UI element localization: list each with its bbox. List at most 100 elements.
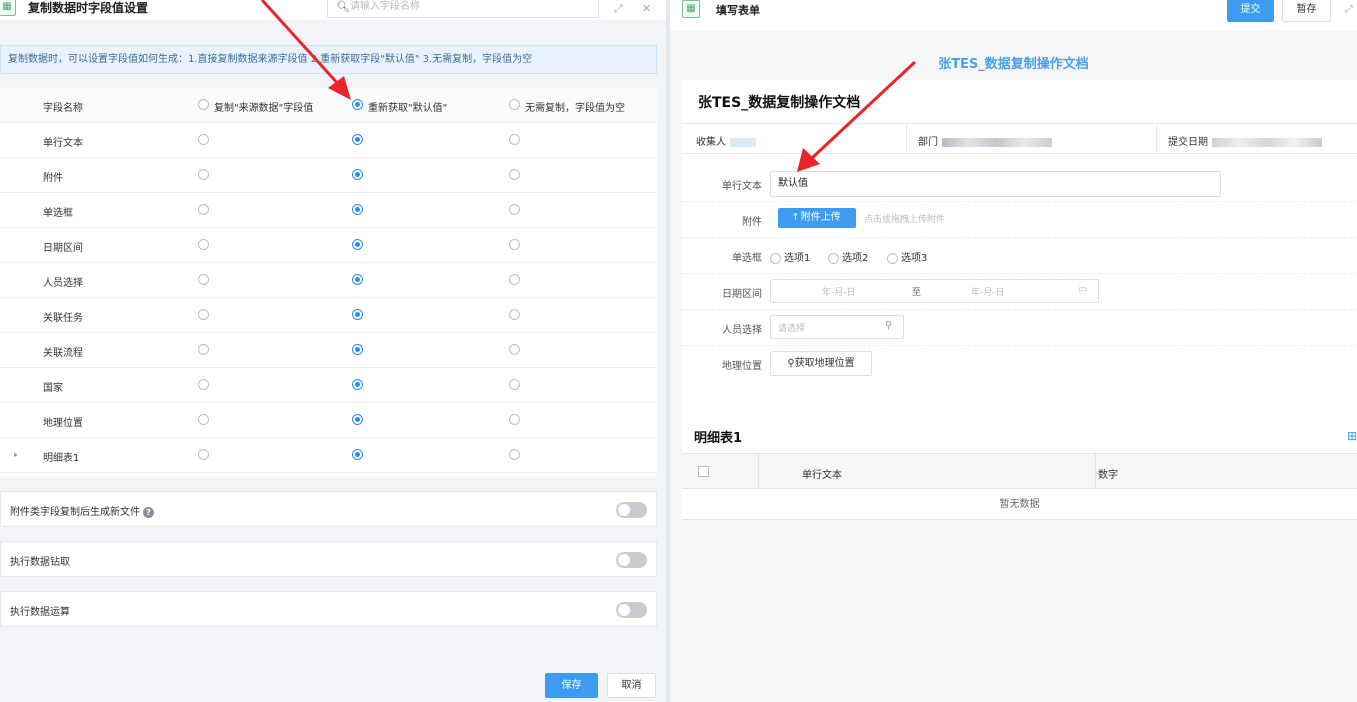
radio-option-1[interactable]: 选项1	[770, 249, 810, 264]
field-name: 人员选择	[43, 278, 83, 289]
calendar-icon: ▭	[1078, 284, 1088, 295]
field-geo: 地理位置 ⚲获取地理位置	[682, 346, 1357, 382]
header-radio-copy-source[interactable]	[198, 99, 209, 110]
radio-empty[interactable]	[509, 344, 520, 355]
left-header: ▦ 复制数据时字段值设置 🔍︎ ⤢ ✕	[0, 0, 666, 20]
radio-refetch-default[interactable]	[352, 274, 363, 285]
radio-copy-source[interactable]	[198, 309, 209, 320]
table-row: 关联流程	[0, 333, 657, 368]
upload-hint: 点击或拖拽上传附件	[864, 215, 946, 225]
radio-empty[interactable]	[509, 169, 520, 180]
toggle-row-drill: 执行数据钻取	[0, 541, 657, 577]
radio-empty[interactable]	[509, 134, 520, 145]
header-option-copy-source: 复制"来源数据"字段值	[214, 103, 314, 114]
add-row-icon[interactable]: ⊞	[1347, 429, 1357, 443]
radio-refetch-default[interactable]	[352, 449, 363, 460]
radio-copy-source[interactable]	[198, 379, 209, 390]
field-search-box[interactable]: 🔍︎	[327, 0, 599, 18]
field-name: 关联流程	[43, 348, 83, 359]
submit-button[interactable]: 提交	[1227, 0, 1274, 22]
select-all-checkbox[interactable]	[698, 466, 709, 477]
radio-empty[interactable]	[509, 414, 520, 425]
field-search-input[interactable]	[350, 0, 590, 14]
upload-button[interactable]: ⤒ 附件上传	[778, 208, 856, 228]
radio-copy-source[interactable]	[198, 414, 209, 425]
radio-copy-source[interactable]	[198, 344, 209, 355]
help-icon[interactable]: ?	[143, 506, 154, 518]
expand-row-icon[interactable]: ▸	[14, 450, 18, 459]
toggle-label-drill: 执行数据钻取	[10, 557, 70, 568]
radio-option-3[interactable]: 选项3	[887, 249, 927, 264]
table-row: ▸ 明细表1	[0, 438, 657, 473]
table-row: 单行文本	[0, 123, 657, 158]
header-option-refetch-default: 重新获取"默认值"	[368, 103, 448, 114]
field-name: 明细表1	[43, 453, 80, 464]
draft-button[interactable]: 暂存	[1282, 0, 1331, 22]
radio-empty[interactable]	[509, 379, 520, 390]
radio-empty[interactable]	[509, 274, 520, 285]
form-title: 张TES_数据复制操作文档	[698, 95, 861, 111]
toggle-label-compute: 执行数据运算	[10, 607, 70, 618]
radio-empty[interactable]	[509, 449, 520, 460]
header-field-name: 字段名称	[43, 103, 83, 114]
close-icon[interactable]: ✕	[642, 2, 651, 15]
radio-empty[interactable]	[509, 239, 520, 250]
label-date-range: 日期区间	[722, 289, 762, 300]
header-radio-refetch-default[interactable]	[352, 99, 363, 110]
radio-option-2[interactable]: 选项2	[828, 249, 868, 264]
field-name: 地理位置	[43, 418, 83, 429]
dept-redacted	[942, 137, 1052, 147]
radio-copy-source[interactable]	[198, 204, 209, 215]
panel-title: 复制数据时字段值设置	[28, 1, 149, 15]
save-button[interactable]: 保存	[545, 673, 598, 698]
radio-refetch-default[interactable]	[352, 379, 363, 390]
meta-divider	[906, 124, 907, 154]
date-range-picker[interactable]: 年-月-日 至 年-月-日 ▭	[770, 279, 1099, 303]
date-end[interactable]: 年-月-日	[971, 285, 1005, 298]
radio-refetch-default[interactable]	[352, 309, 363, 320]
radio-refetch-default[interactable]	[352, 344, 363, 355]
radio-copy-source[interactable]	[198, 169, 209, 180]
date-start[interactable]: 年-月-日	[822, 285, 856, 298]
radio-refetch-default[interactable]	[352, 239, 363, 250]
field-date-range: 日期区间 年-月-日 至 年-月-日 ▭	[682, 274, 1357, 310]
form-panel-title: 填写表单	[716, 4, 760, 17]
radio-empty[interactable]	[509, 204, 520, 215]
radio-refetch-default[interactable]	[352, 204, 363, 215]
toggle-new-file[interactable]	[616, 502, 647, 518]
expand-icon[interactable]: ⤢	[1345, 4, 1353, 15]
field-single-text: 单行文本 默认值	[682, 166, 1357, 202]
table-icon: ▦	[682, 0, 700, 18]
header-radio-empty[interactable]	[509, 99, 520, 110]
radio-copy-source[interactable]	[198, 449, 209, 460]
field-copy-settings-panel: ▦ 复制数据时字段值设置 🔍︎ ⤢ ✕ 复制数据时，可以设置字段值如何生成：1.…	[0, 0, 666, 702]
radio-refetch-default[interactable]	[352, 134, 363, 145]
radio-copy-source[interactable]	[198, 134, 209, 145]
column-divider	[1095, 454, 1096, 488]
field-name: 日期区间	[43, 243, 83, 254]
expand-icon[interactable]: ⤢	[614, 2, 623, 16]
radio-refetch-default[interactable]	[352, 169, 363, 180]
table-row: 附件	[0, 158, 657, 193]
right-header: ▦ 填写表单 提交 暂存 ⤢	[670, 0, 1357, 22]
cancel-button[interactable]: 取消	[607, 673, 656, 698]
table-row: 单选框	[0, 193, 657, 228]
subtable-title: 明细表1	[694, 431, 743, 446]
radio-copy-source[interactable]	[198, 274, 209, 285]
field-name: 单行文本	[43, 138, 83, 149]
date-separator: 至	[912, 288, 922, 298]
radio-refetch-default[interactable]	[352, 414, 363, 425]
date-meta: 提交日期	[1168, 133, 1322, 148]
field-attachment: 附件 ⤒ 附件上传 点击或拖拽上传附件	[682, 202, 1357, 238]
toggle-compute[interactable]	[616, 602, 647, 618]
field-name: 单选框	[43, 208, 73, 219]
person-select[interactable]: 请选择 ⚲	[770, 315, 904, 339]
radio-empty[interactable]	[509, 309, 520, 320]
toggle-drill[interactable]	[616, 552, 647, 568]
radio-copy-source[interactable]	[198, 239, 209, 250]
label-attachment: 附件	[742, 217, 762, 228]
header-option-empty: 无需复制，字段值为空	[525, 103, 625, 114]
get-location-button[interactable]: ⚲获取地理位置	[770, 351, 872, 376]
single-text-input[interactable]: 默认值	[770, 171, 1221, 197]
subtable-empty: 暂无数据	[682, 489, 1357, 520]
